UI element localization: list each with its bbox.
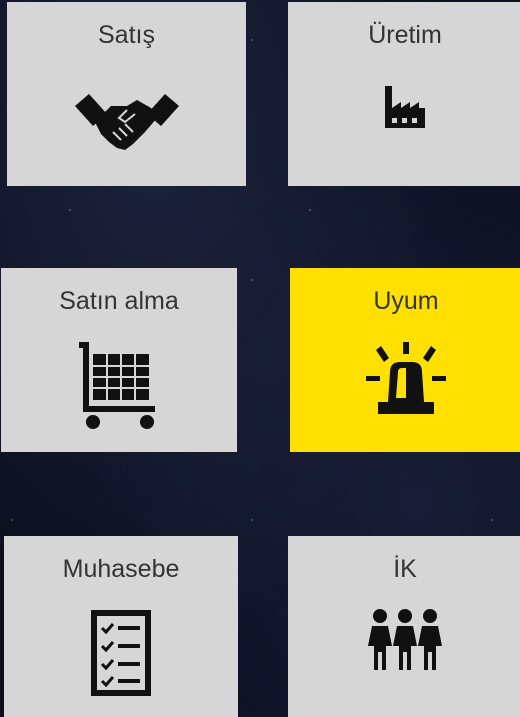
- tile-ik[interactable]: İK: [288, 536, 520, 717]
- tile-satin-alma[interactable]: Satın alma: [1, 268, 237, 452]
- tile-muhasebe[interactable]: Muhasebe: [4, 536, 238, 717]
- shopping-cart-icon: [79, 342, 159, 430]
- tile-uyum[interactable]: Uyum: [290, 268, 520, 452]
- checklist-icon: [91, 610, 151, 696]
- tile-uretim[interactable]: Üretim: [288, 2, 520, 186]
- factory-icon: [385, 86, 425, 128]
- tile-label: Satın alma: [59, 287, 179, 315]
- tile-label: Uyum: [373, 287, 439, 315]
- people-icon: [368, 608, 442, 670]
- handshake-icon: [74, 92, 179, 154]
- siren-icon: [364, 342, 448, 416]
- tile-label: Satış: [98, 21, 155, 49]
- tile-satis[interactable]: Satış: [7, 2, 246, 186]
- tile-label: Üretim: [368, 21, 442, 49]
- tile-label: İK: [393, 555, 417, 583]
- tile-label: Muhasebe: [62, 555, 180, 583]
